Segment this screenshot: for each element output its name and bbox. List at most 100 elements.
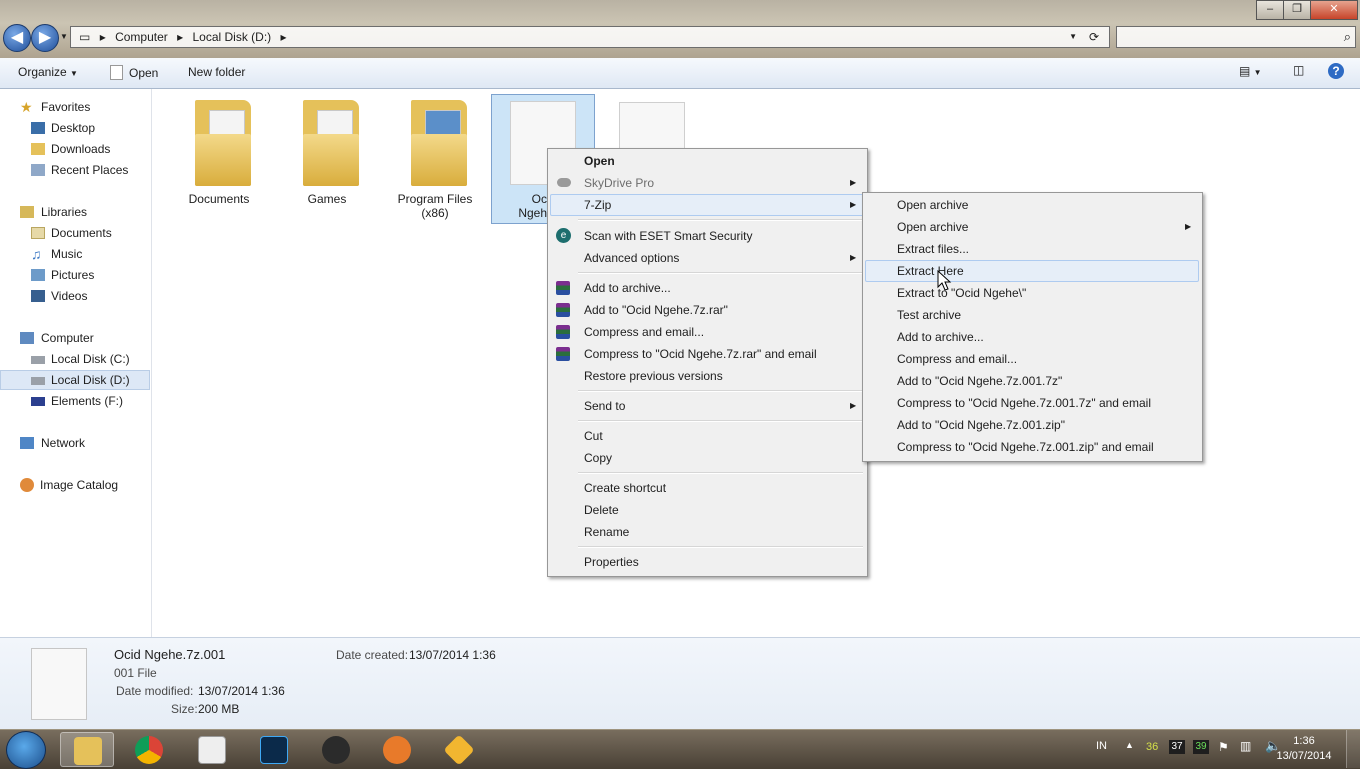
tray-indicator-3[interactable]: 39	[1193, 740, 1209, 754]
menu-item-cut[interactable]: Cut	[550, 425, 864, 447]
change-view-icon[interactable]: ▤ ▼	[1239, 64, 1262, 78]
breadcrumb-computer[interactable]: Computer	[115, 30, 168, 44]
nav-videos[interactable]: Videos	[0, 286, 150, 306]
breadcrumb-separator-icon[interactable]: ▸	[177, 30, 183, 44]
start-button[interactable]	[6, 731, 46, 769]
nav-image-catalog[interactable]: Image Catalog	[0, 475, 150, 495]
tray-indicator-1[interactable]: 36	[1146, 741, 1158, 753]
menu-item-add-to-archive[interactable]: Add to archive...	[550, 277, 864, 299]
command-bar: Organize ▼ Open New folder ▤ ▼ ◫ ?	[0, 58, 1360, 89]
organize-button[interactable]: Organize ▼	[18, 65, 78, 79]
breadcrumb-separator-icon[interactable]: ▸	[281, 30, 287, 44]
menu-item-add-to-rar[interactable]: Add to "Ocid Ngehe.7z.rar"	[550, 299, 864, 321]
preview-pane-icon[interactable]: ◫	[1293, 63, 1304, 77]
menu-item-open[interactable]: Open	[550, 150, 864, 172]
music-icon: ♫	[31, 246, 42, 262]
recent-places-icon	[31, 164, 45, 176]
language-indicator[interactable]: IN	[1096, 740, 1107, 752]
folder-games[interactable]: Games	[275, 94, 379, 224]
submenu-item-open-archive-with[interactable]: Open archive ▶	[865, 216, 1199, 238]
nav-local-disk-d[interactable]: Local Disk (D:)	[0, 370, 150, 390]
taskbar-explorer[interactable]	[60, 732, 114, 767]
search-input[interactable]: ⌕	[1116, 26, 1356, 48]
menu-label: 7-Zip	[584, 198, 612, 212]
menu-item-delete[interactable]: Delete	[550, 499, 864, 521]
menu-label: Test archive	[897, 308, 962, 322]
menu-item-properties[interactable]: Properties	[550, 551, 864, 573]
submenu-item-compress-email[interactable]: Compress and email...	[865, 348, 1199, 370]
recent-pages-icon[interactable]: ▼	[60, 32, 68, 41]
minimize-button[interactable]: –	[1256, 0, 1284, 20]
tray-indicator-2[interactable]: 37	[1169, 740, 1185, 754]
menu-item-advanced-options[interactable]: Advanced options ▶	[550, 247, 864, 269]
menu-item-restore-previous-versions[interactable]: Restore previous versions	[550, 365, 864, 387]
submenu-item-open-archive[interactable]: Open archive	[865, 194, 1199, 216]
submenu-item-add-to-archive[interactable]: Add to archive...	[865, 326, 1199, 348]
taskbar-app-yellow[interactable]	[432, 732, 486, 767]
details-date-created-label: Date created:	[336, 648, 409, 662]
submenu-item-compress-7z-email[interactable]: Compress to "Ocid Ngehe.7z.001.7z" and e…	[865, 392, 1199, 414]
menu-item-create-shortcut[interactable]: Create shortcut	[550, 477, 864, 499]
nav-downloads[interactable]: Downloads	[0, 139, 150, 159]
nav-documents[interactable]: Documents	[0, 223, 150, 243]
details-filename: Ocid Ngehe.7z.001	[114, 647, 226, 662]
close-button[interactable]: ✕	[1310, 0, 1358, 20]
submenu-item-add-7z[interactable]: Add to "Ocid Ngehe.7z.001.7z"	[865, 370, 1199, 392]
refresh-icon[interactable]: ⟳	[1089, 27, 1099, 47]
show-desktop-button[interactable]	[1346, 730, 1360, 768]
taskbar-media-player[interactable]	[185, 732, 239, 767]
nav-elements-f[interactable]: Elements (F:)	[0, 391, 150, 411]
nav-network[interactable]: Network	[0, 433, 150, 453]
file-label: Games	[307, 192, 347, 206]
back-button[interactable]: ◀	[3, 24, 31, 52]
menu-item-copy[interactable]: Copy	[550, 447, 864, 469]
nav-music[interactable]: ♫ Music	[0, 244, 150, 264]
nav-pictures[interactable]: Pictures	[0, 265, 150, 285]
breadcrumb-local-disk[interactable]: Local Disk (D:)	[192, 30, 271, 44]
taskbar-chrome[interactable]	[122, 732, 176, 767]
maximize-button[interactable]: ❐	[1283, 0, 1311, 20]
details-date-created: 13/07/2014 1:36	[409, 648, 496, 662]
nav-libraries[interactable]: Libraries	[0, 202, 150, 222]
folder-icon	[411, 100, 467, 186]
taskbar-photoshop[interactable]	[247, 732, 301, 767]
open-button[interactable]: Open	[110, 65, 158, 80]
submenu-item-extract-to[interactable]: Extract to "Ocid Ngehe\"	[865, 282, 1199, 304]
new-folder-button[interactable]: New folder	[188, 65, 245, 79]
submenu-item-test-archive[interactable]: Test archive	[865, 304, 1199, 326]
menu-item-7zip[interactable]: 7-Zip ▶	[550, 194, 864, 216]
menu-item-skydrive-pro[interactable]: SkyDrive Pro ▶	[550, 172, 864, 194]
menu-label: Add to archive...	[584, 281, 671, 295]
cloud-icon	[557, 178, 571, 187]
menu-item-rename[interactable]: Rename	[550, 521, 864, 543]
menu-item-eset-scan[interactable]: e Scan with ESET Smart Security	[550, 225, 864, 247]
folder-documents[interactable]: Documents	[167, 94, 271, 224]
submenu-item-add-zip[interactable]: Add to "Ocid Ngehe.7z.001.zip"	[865, 414, 1199, 436]
action-center-icon[interactable]: ⚑	[1218, 740, 1229, 754]
menu-item-compress-rar-email[interactable]: Compress to "Ocid Ngehe.7z.rar" and emai…	[550, 343, 864, 365]
forward-button[interactable]: ▶	[31, 24, 59, 52]
nav-favorites[interactable]: ★ Favorites	[0, 97, 150, 117]
network-status-icon[interactable]: ▥	[1240, 739, 1251, 753]
menu-item-send-to[interactable]: Send to ▶	[550, 395, 864, 417]
nav-recent-places[interactable]: Recent Places	[0, 160, 150, 180]
help-icon[interactable]: ?	[1328, 63, 1344, 79]
address-bar[interactable]: ▭ ▸ Computer ▸ Local Disk (D:) ▸ ▼ ⟳	[70, 26, 1110, 48]
nav-computer[interactable]: Computer	[0, 328, 150, 348]
nav-local-disk-c[interactable]: Local Disk (C:)	[0, 349, 150, 369]
show-hidden-icons-icon[interactable]: ▲	[1125, 740, 1134, 750]
nav-desktop[interactable]: Desktop	[0, 118, 150, 138]
file-label: Documents	[188, 192, 250, 206]
breadcrumb-separator-icon[interactable]: ▸	[100, 30, 106, 44]
menu-item-compress-email[interactable]: Compress and email...	[550, 321, 864, 343]
folder-program-files-x86[interactable]: Program Files (x86)	[383, 94, 487, 224]
media-player-icon	[198, 736, 226, 764]
taskbar-app-orange[interactable]	[370, 732, 424, 767]
address-dropdown-icon[interactable]: ▼	[1069, 27, 1077, 47]
menu-label: Compress and email...	[584, 325, 705, 339]
clock[interactable]: 1:36 13/07/2014	[1276, 734, 1332, 764]
submenu-item-compress-zip-email[interactable]: Compress to "Ocid Ngehe.7z.001.zip" and …	[865, 436, 1199, 458]
submenu-item-extract-here[interactable]: Extract Here	[865, 260, 1199, 282]
submenu-item-extract-files[interactable]: Extract files...	[865, 238, 1199, 260]
taskbar-steam[interactable]	[309, 732, 363, 767]
